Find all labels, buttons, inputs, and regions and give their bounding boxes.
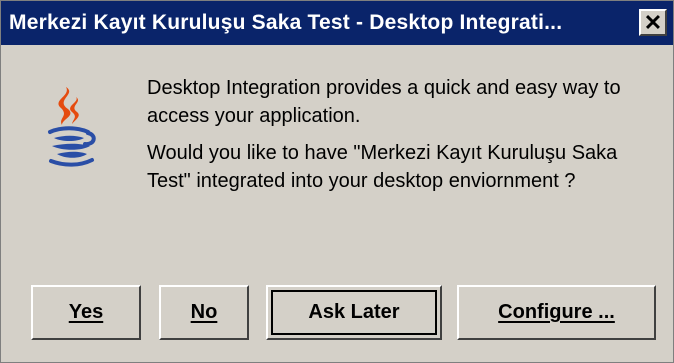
no-button[interactable]: No [159, 285, 249, 340]
title-bar[interactable]: Merkezi Kayıt Kuruluşu Saka Test - Deskt… [1, 1, 673, 45]
no-button-label: No [190, 301, 218, 323]
desktop-integration-dialog: Merkezi Kayıt Kuruluşu Saka Test - Deskt… [0, 0, 674, 363]
configure-button[interactable]: Configure ... [457, 285, 656, 340]
yes-button[interactable]: Yes [31, 285, 141, 340]
message-question: Would you like to have "Merkezi Kayıt Ku… [147, 142, 618, 192]
ask-later-button-label: Ask Later [308, 301, 400, 323]
close-icon[interactable]: ✕ [644, 11, 662, 34]
message-description: Desktop Integration provides a quick and… [147, 77, 621, 127]
configure-button-label: Configure ... [498, 301, 615, 323]
dialog-message: Desktop Integration provides a quick and… [147, 74, 662, 204]
ask-later-button[interactable]: Ask Later [266, 285, 442, 340]
yes-button-label: Yes [68, 301, 104, 323]
dialog-buttons: Yes No Ask Later Configure ... [1, 285, 673, 340]
java-icon [48, 87, 96, 167]
close-button[interactable]: ✕ [639, 9, 667, 36]
window-title: Merkezi Kayıt Kuruluşu Saka Test - Deskt… [9, 11, 563, 34]
